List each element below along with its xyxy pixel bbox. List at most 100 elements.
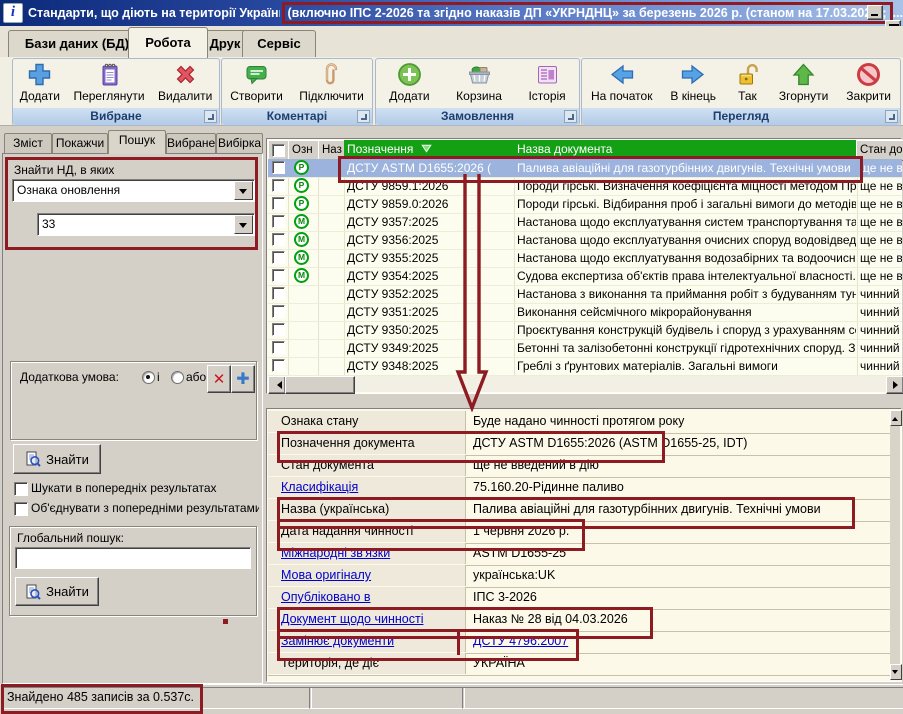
doc-name: Виконання сейсмічного мікрорайонування [517,305,856,319]
comments-attach-button[interactable]: Підключити [295,60,368,104]
scroll-down-button[interactable] [890,664,902,680]
row-checkbox[interactable] [272,215,285,228]
search-previous-checkbox[interactable] [14,482,28,496]
row-checkbox[interactable] [272,161,285,174]
tab-service[interactable]: Сервіс [242,30,316,58]
row-checkbox[interactable] [272,287,285,300]
horizontal-scrollbar[interactable] [268,376,902,392]
tab-work[interactable]: Робота [128,27,208,58]
comments-create-button[interactable]: Створити [226,60,287,104]
radio-or-label: або [186,370,206,384]
header-status[interactable]: Стан док [856,140,903,161]
chevron-down-icon[interactable] [234,215,253,234]
view-collapse-button[interactable]: Згорнути [775,60,833,104]
table-row[interactable]: М ДСТУ 9357:2025 Настанова щодо експлуат… [268,213,902,232]
radio-or[interactable] [171,371,184,384]
detail-row: Опубліковано в ІПС 3-2026 [268,587,892,610]
select-all-checkbox[interactable] [272,144,285,157]
international-links-link[interactable]: Міжнародні зв'язки [268,543,466,564]
detail-row: Замінює документи ДСТУ 4796:2007 [268,631,892,654]
doc-name: Настанова щодо експлуатування очисних сп… [517,233,856,247]
replaced-document-link[interactable]: ДСТУ 4796:2007 [473,634,888,648]
sidebar-tab-favorites[interactable]: Вибране [166,133,216,154]
scrollbar-thumb[interactable] [285,376,355,394]
scroll-right-button[interactable] [886,376,903,394]
global-find-button[interactable]: Знайти [15,577,99,606]
table-row[interactable]: ДСТУ 9351:2025 Виконання сейсмічного мік… [268,303,902,322]
merge-previous-label: Об'єднувати з попередніми результатами [31,501,259,515]
favorites-delete-button[interactable]: Видалити [154,60,216,104]
table-row[interactable]: М ДСТУ 9356:2025 Настанова щодо експлуат… [268,231,902,250]
merge-previous-checkbox[interactable] [14,502,28,516]
doc-code: ДСТУ 9859.0:2026 [347,197,513,211]
global-search-input[interactable] [15,547,251,569]
row-checkbox[interactable] [272,323,285,336]
sidebar-tab-selection[interactable]: Вибірка [216,133,263,154]
minimize-button[interactable] [867,5,883,20]
doc-status: чинний [860,305,902,319]
orders-history-button[interactable]: Історія [524,60,569,104]
view-close-button[interactable]: Закрити [842,60,895,104]
row-checkbox[interactable] [272,359,285,372]
favorites-add-button[interactable]: Додати [16,60,64,104]
favorites-view-button[interactable]: Переглянути [69,60,148,104]
orders-basket-button[interactable]: Корзина [452,60,506,104]
find-button[interactable]: Знайти [13,444,101,474]
row-checkbox[interactable] [272,179,285,192]
radio-and[interactable] [142,371,155,384]
ribbon-toolbar: Додати Переглянути Видалити Вибране [0,57,903,126]
sidebar-tab-search[interactable]: Пошук [108,130,166,154]
row-checkbox[interactable] [272,341,285,354]
published-in-link[interactable]: Опубліковано в [268,587,466,608]
table-row-selected[interactable]: Р ДСТУ ASTM D1655:2026 ( Палива авіаційн… [268,159,902,178]
scroll-left-button[interactable] [268,376,286,394]
table-row[interactable]: Р ДСТУ 9859.0:2026 Породи гірські. Відби… [268,195,902,214]
vertical-scrollbar[interactable] [890,410,900,680]
row-checkbox[interactable] [272,251,285,264]
table-row[interactable]: ДСТУ 9350:2025 Проєктування конструкцій … [268,321,902,340]
row-checkbox[interactable] [272,197,285,210]
classification-link[interactable]: Класифікація [268,477,466,498]
add-condition-button[interactable]: ✚ [231,365,255,393]
radio-and-label: і [157,370,160,384]
dialog-launcher-icon[interactable] [204,110,217,123]
results-table: Озн Наз Позначення Назва документа Стан … [266,138,902,394]
dialog-launcher-icon[interactable] [564,110,577,123]
row-checkbox[interactable] [272,305,285,318]
doc-status: чинний [860,323,902,337]
replaces-documents-link[interactable]: Замінює документи [268,631,466,652]
status-bar: Знайдено 485 записів за 0.537с. [0,684,903,709]
remove-condition-button[interactable]: ✕ [207,365,231,393]
detail-value: 1 червня 2026 р. [473,524,888,538]
table-row[interactable]: ДСТУ 9348:2025 Греблі з ґрунтових матері… [268,357,902,376]
scroll-up-button[interactable] [890,410,902,426]
status-badge: М [294,268,309,283]
row-checkbox[interactable] [272,269,285,282]
orders-add-button[interactable]: Додати [385,60,433,104]
view-go-start-button[interactable]: На початок [587,60,657,104]
doc-code: ДСТУ 9859.1:2026 [347,179,513,193]
detail-value: ASTM D1655-25 [473,546,888,560]
tab-databases[interactable]: Бази даних (БД) [8,30,146,58]
table-row[interactable]: ДСТУ 9352:2025 Настанова з виконання та … [268,285,902,304]
table-row[interactable]: Р ДСТУ 9859.1:2026 Породи гірські. Визна… [268,177,902,196]
original-language-link[interactable]: Мова оригіналу [268,565,466,586]
view-yes-button[interactable]: Так [730,60,765,104]
header-code-sorted[interactable]: Позначення [344,140,518,159]
group-favorites: Додати Переглянути Видалити Вибране [12,58,220,126]
row-checkbox[interactable] [272,233,285,246]
table-row[interactable]: М ДСТУ 9355:2025 Настанова щодо експлуат… [268,249,902,268]
dialog-launcher-icon[interactable] [885,110,898,123]
table-row[interactable]: ДСТУ 9349:2025 Бетонні та залізобетонні … [268,339,902,358]
header-name[interactable]: Назва документа [514,140,860,159]
table-row[interactable]: М ДСТУ 9354:2025 Судова експертиза об'єк… [268,267,902,286]
criteria-combobox[interactable]: Ознака оновлення [12,179,255,202]
sidebar-tab-contents[interactable]: Зміст [4,133,52,154]
value-combobox[interactable]: 33 [37,213,255,236]
sidebar-tab-index[interactable]: Покажчи [52,133,108,154]
chevron-down-icon[interactable] [234,181,253,200]
view-go-end-button[interactable]: В кінець [666,60,720,104]
dialog-launcher-icon[interactable] [357,110,370,123]
validity-document-link[interactable]: Документ щодо чинності [268,609,466,630]
detail-value: 75.160.20-Рідинне паливо [473,480,888,494]
